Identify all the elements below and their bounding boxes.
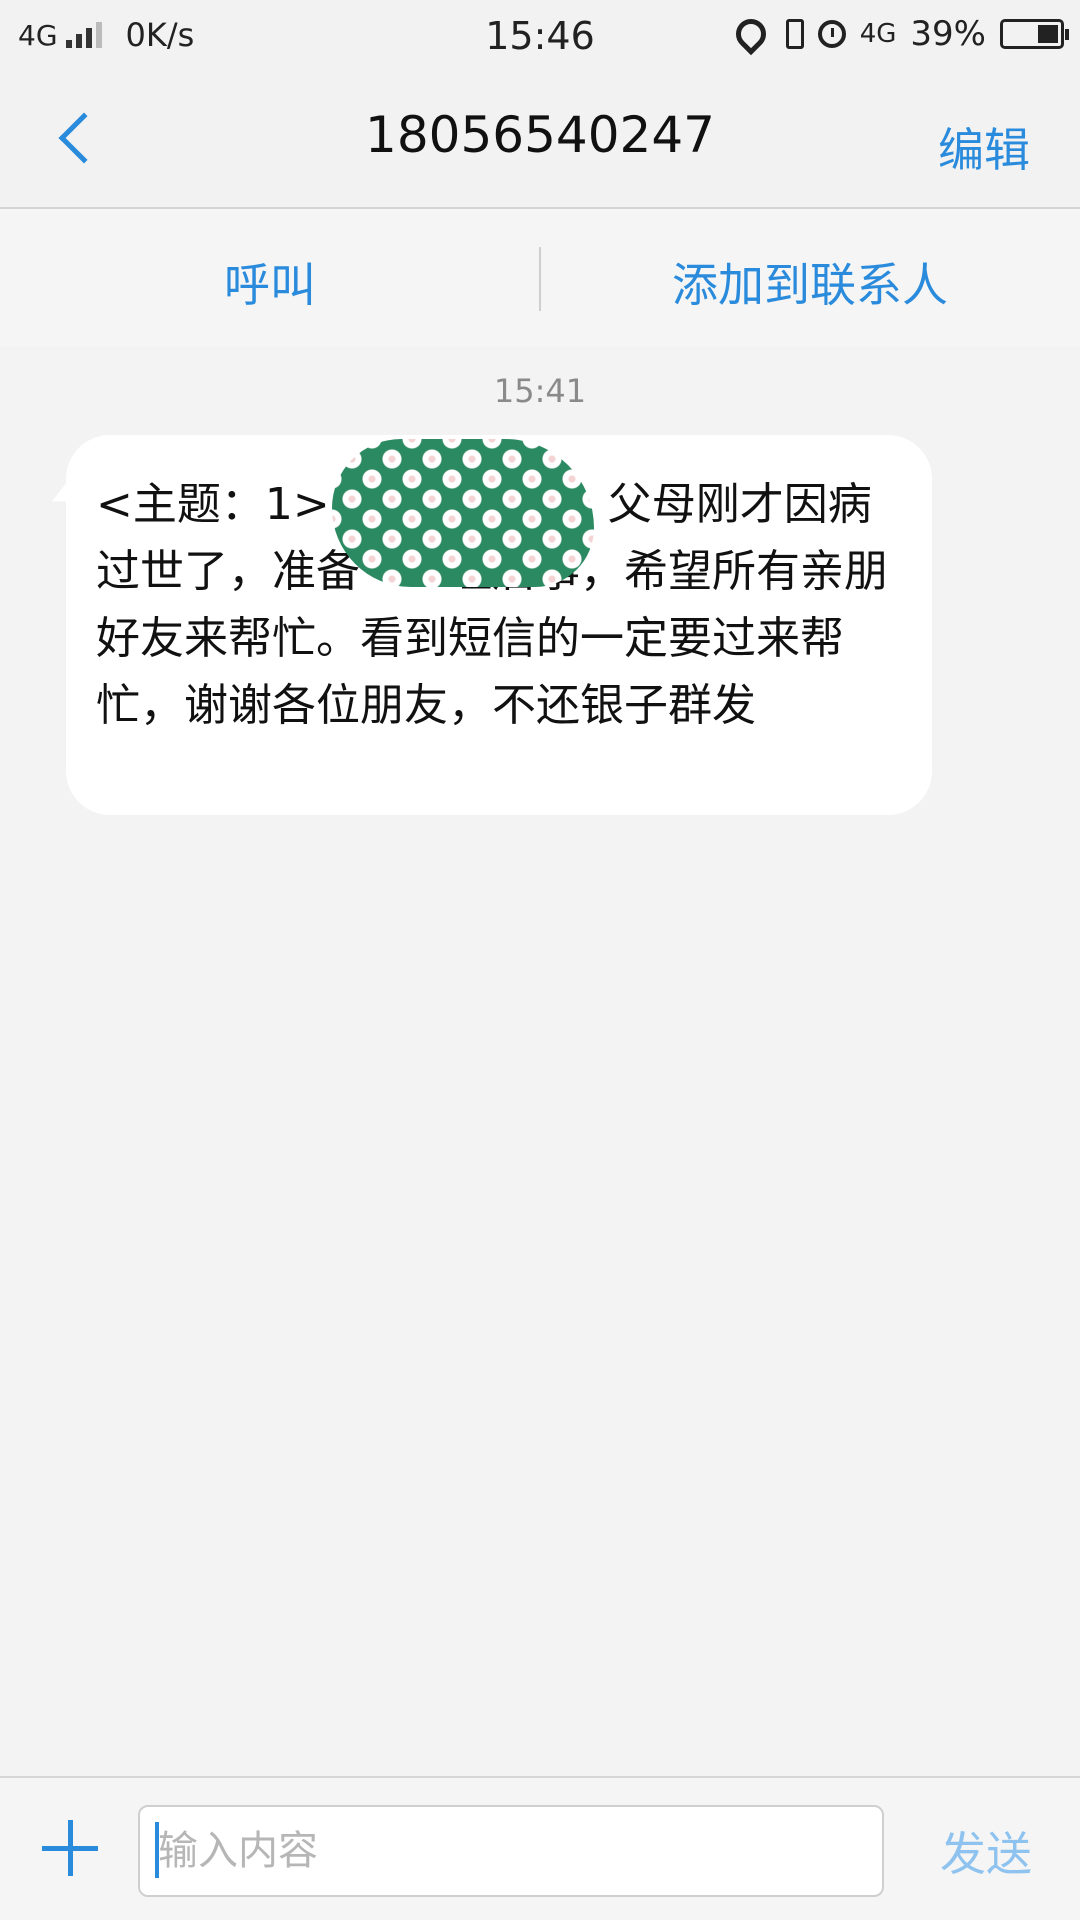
message-timestamp: 15:41 — [493, 372, 587, 410]
action-bar: 呼叫 添加到联系人 — [0, 209, 1080, 347]
page-title: 18056540247 — [365, 106, 715, 164]
message-input[interactable] — [138, 1805, 884, 1897]
conversation-header: 18056540247 编辑 — [0, 76, 1080, 209]
edit-button[interactable]: 编辑 — [938, 114, 1030, 180]
network-type-right: 4G — [859, 19, 897, 49]
status-bar: 4G 0K/s 15:46 4G 39% — [0, 0, 1080, 76]
plus-icon[interactable] — [42, 1820, 98, 1876]
composer-bar: 发送 — [0, 1776, 1080, 1920]
battery-icon — [1000, 19, 1069, 49]
add-to-contacts-button[interactable]: 添加到联系人 — [540, 249, 1080, 315]
vibrate-icon — [785, 19, 804, 49]
battery-fill — [1038, 25, 1058, 43]
location-icon — [729, 12, 772, 56]
redaction-sticker — [332, 439, 594, 587]
call-button[interactable]: 呼叫 — [0, 249, 540, 315]
battery-percent: 39% — [910, 14, 986, 54]
message-bubble[interactable]: <主题：1> 父母刚才因病过世了，准备 理后事，希望所有亲朋好友来帮忙。看到短信… — [66, 435, 932, 815]
status-right: 4G 39% — [729, 12, 1069, 56]
send-button[interactable]: 发送 — [940, 1818, 1032, 1884]
alarm-icon — [817, 20, 846, 48]
text-cursor — [155, 1822, 159, 1878]
